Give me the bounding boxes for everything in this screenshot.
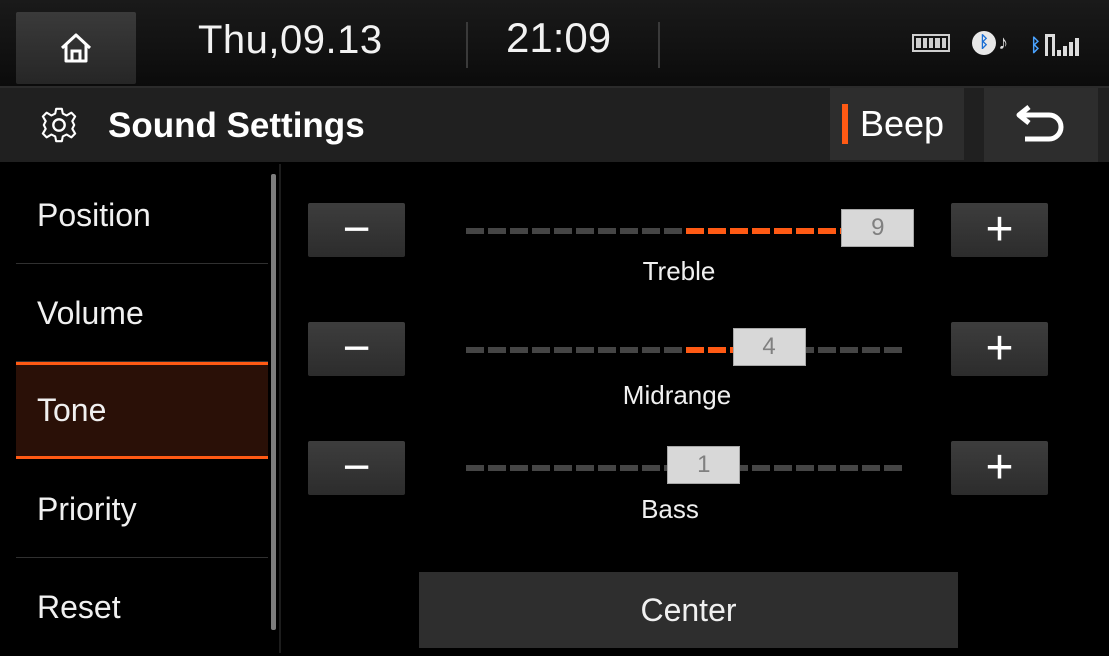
track-segment	[576, 465, 594, 471]
menu-item-tone[interactable]: Tone	[16, 362, 268, 459]
date-display: Thu,09.13	[198, 18, 383, 62]
track-segment	[686, 228, 704, 234]
track-segment	[686, 347, 704, 353]
track-segment	[818, 465, 836, 471]
track-segment	[466, 347, 484, 353]
track-segment	[730, 228, 748, 234]
gear-icon	[41, 107, 77, 143]
track-segment	[532, 228, 550, 234]
status-bar: Thu,09.13 21:09 ᛒ ♪ ᛒ	[0, 0, 1109, 88]
page-title: Sound Settings	[108, 106, 365, 145]
track-segment	[510, 228, 528, 234]
divider	[279, 164, 281, 653]
track-segment	[708, 347, 726, 353]
track-segment	[774, 465, 792, 471]
time-display: 21:09	[506, 14, 612, 61]
home-icon	[60, 33, 92, 63]
treble-decrease-button[interactable]: −	[308, 203, 405, 257]
track-segment	[840, 347, 858, 353]
treble-label: Treble	[642, 256, 716, 286]
menu-scrollbar[interactable]	[271, 174, 276, 630]
track-segment	[554, 347, 572, 353]
track-segment	[620, 347, 638, 353]
track-segment	[796, 465, 814, 471]
divider	[466, 22, 468, 68]
track-segment	[862, 465, 880, 471]
back-button[interactable]	[984, 88, 1098, 162]
track-segment	[466, 228, 484, 234]
menu-item-volume[interactable]: Volume	[16, 265, 268, 362]
track-segment	[840, 465, 858, 471]
track-segment	[510, 465, 528, 471]
track-segment	[620, 228, 638, 234]
track-segment	[488, 347, 506, 353]
track-segment	[664, 347, 682, 353]
beep-toggle-button[interactable]: Beep	[830, 88, 964, 160]
track-segment	[642, 465, 660, 471]
track-segment	[818, 347, 836, 353]
track-segment	[774, 228, 792, 234]
track-segment	[466, 465, 484, 471]
midrange-thumb[interactable]: 4	[732, 328, 806, 366]
track-segment	[752, 465, 770, 471]
track-segment	[752, 228, 770, 234]
track-segment	[884, 465, 902, 471]
track-segment	[818, 228, 836, 234]
menu-item-position[interactable]: Position	[16, 167, 268, 264]
beep-indicator	[842, 104, 848, 144]
track-segment	[642, 347, 660, 353]
track-segment	[598, 465, 616, 471]
track-segment	[642, 228, 660, 234]
treble-increase-button[interactable]: +	[951, 203, 1048, 257]
bass-thumb[interactable]: 1	[667, 446, 741, 484]
track-segment	[664, 228, 682, 234]
track-segment	[488, 228, 506, 234]
status-icons: ᛒ ♪ ᛒ	[912, 30, 1079, 56]
track-segment	[532, 347, 550, 353]
treble-thumb[interactable]: 9	[841, 209, 915, 247]
track-segment	[598, 347, 616, 353]
beep-label: Beep	[860, 103, 945, 144]
track-segment	[576, 228, 594, 234]
track-segment	[510, 347, 528, 353]
track-segment	[532, 465, 550, 471]
divider	[658, 22, 660, 68]
track-segment	[598, 228, 616, 234]
treble-slider[interactable]	[464, 228, 902, 234]
title-bar: Sound Settings Beep	[0, 88, 1109, 162]
bass-increase-button[interactable]: +	[951, 441, 1048, 495]
bass-decrease-button[interactable]: −	[308, 441, 405, 495]
track-segment	[708, 228, 726, 234]
track-segment	[884, 347, 902, 353]
bass-label: Bass	[641, 494, 699, 524]
midrange-decrease-button[interactable]: −	[308, 322, 405, 376]
bluetooth-audio-icon: ᛒ ♪	[972, 31, 1008, 55]
menu-item-priority[interactable]: Priority	[16, 461, 268, 558]
side-menu: Position Volume Tone Priority Reset	[0, 164, 278, 653]
track-segment	[554, 228, 572, 234]
midrange-slider[interactable]	[464, 347, 902, 353]
back-arrow-icon	[1016, 105, 1064, 142]
menu-item-reset[interactable]: Reset	[16, 559, 268, 656]
track-segment	[554, 465, 572, 471]
track-segment	[488, 465, 506, 471]
battery-icon	[912, 34, 951, 52]
track-segment	[862, 347, 880, 353]
bluetooth-signal-icon: ᛒ	[1030, 30, 1079, 56]
home-button[interactable]	[16, 12, 136, 84]
track-segment	[796, 228, 814, 234]
midrange-increase-button[interactable]: +	[951, 322, 1048, 376]
track-segment	[620, 465, 638, 471]
center-button[interactable]: Center	[419, 572, 958, 648]
track-segment	[576, 347, 594, 353]
midrange-label: Midrange	[622, 380, 732, 410]
